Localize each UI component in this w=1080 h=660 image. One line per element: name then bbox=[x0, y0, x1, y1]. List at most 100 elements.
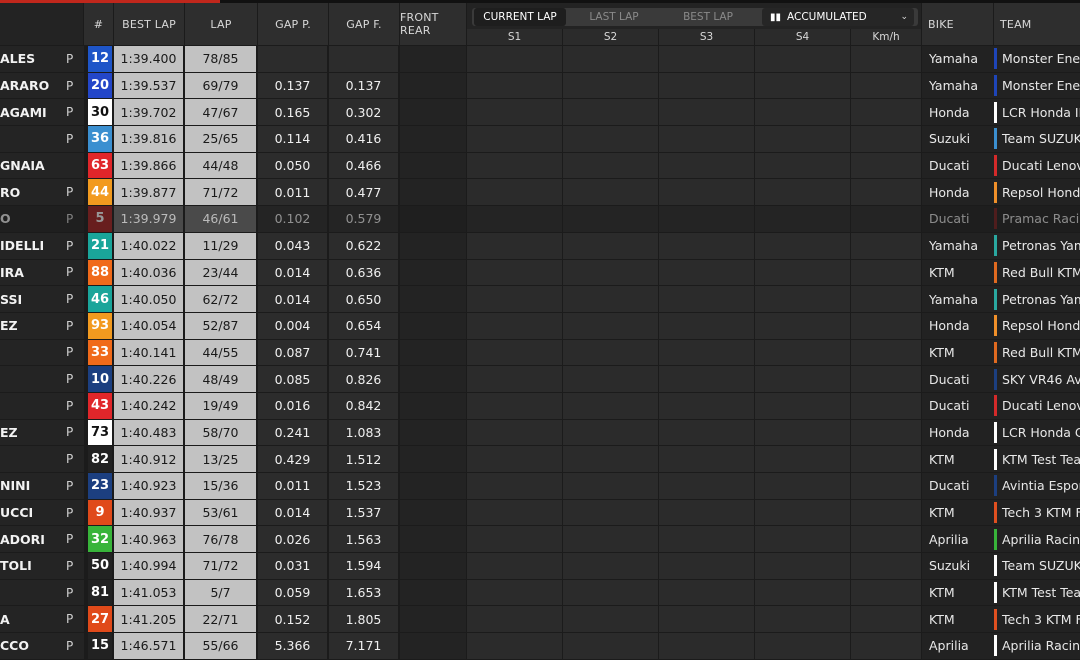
sector-cell bbox=[755, 339, 850, 366]
best-lap-tab[interactable]: BEST LAP bbox=[662, 8, 754, 26]
bike-make: KTM bbox=[922, 579, 994, 606]
gap-previous: 0.031 bbox=[258, 553, 327, 579]
team-name: Repsol Honda bbox=[994, 179, 1080, 206]
tyre-cell bbox=[400, 339, 466, 366]
table-row[interactable]: P 81 1:41.053 5/7 0.059 1.653 KTM KTM Te… bbox=[0, 579, 1080, 607]
last-lap-tab[interactable]: LAST LAP bbox=[568, 8, 660, 26]
header-gap-p[interactable]: GAP P. bbox=[258, 3, 329, 45]
table-row[interactable]: IDELLI P 21 1:40.022 11/29 0.043 0.622 Y… bbox=[0, 232, 1080, 260]
table-row[interactable]: SSI P 46 1:40.050 62/72 0.014 0.650 Yama… bbox=[0, 286, 1080, 313]
table-row[interactable]: P 82 1:40.912 13/25 0.429 1.512 KTM KTM … bbox=[0, 446, 1080, 473]
table-row[interactable]: RO P 44 1:39.877 71/72 0.011 0.477 Honda… bbox=[0, 179, 1080, 206]
rider-number-badge: 5 bbox=[88, 206, 112, 232]
bike-make: Aprilia bbox=[922, 526, 994, 553]
best-lap-time: 1:39.866 bbox=[114, 152, 183, 179]
team-name: Aprilia Racing bbox=[994, 633, 1080, 659]
lap-count: 13/25 bbox=[185, 446, 256, 472]
table-row[interactable]: ADORI P 32 1:40.963 76/78 0.026 1.563 Ap… bbox=[0, 526, 1080, 553]
team-label: Monster Energ bbox=[1002, 78, 1080, 94]
table-row[interactable]: A P 27 1:41.205 22/71 0.152 1.805 KTM Te… bbox=[0, 606, 1080, 633]
team-name: Team SUZUKI bbox=[994, 126, 1080, 152]
table-row[interactable]: IRA P 88 1:40.036 23/44 0.014 0.636 KTM … bbox=[0, 259, 1080, 287]
team-label: Ducati Lenovo bbox=[1002, 158, 1080, 174]
sector-cell bbox=[563, 366, 658, 392]
sector-cell bbox=[659, 446, 754, 472]
sector-cell bbox=[755, 179, 850, 206]
sector-cell bbox=[755, 312, 850, 339]
rider-number-badge: 36 bbox=[88, 126, 112, 152]
rider-number-badge: 20 bbox=[88, 72, 112, 99]
bike-make: Yamaha bbox=[922, 46, 994, 72]
table-row[interactable]: AGAMI P 30 1:39.702 47/67 0.165 0.302 Ho… bbox=[0, 99, 1080, 126]
sector-cell bbox=[563, 286, 658, 312]
sector-cell bbox=[659, 473, 754, 499]
team-name: LCR Honda IDE bbox=[994, 99, 1080, 126]
header-best-lap[interactable]: BEST LAP bbox=[114, 3, 185, 45]
header-bike[interactable]: BIKE bbox=[922, 3, 994, 45]
table-row[interactable]: P 36 1:39.816 25/65 0.114 0.416 Suzuki T… bbox=[0, 126, 1080, 153]
table-row[interactable]: ALES P 12 1:39.400 78/85 Yamaha Monster … bbox=[0, 46, 1080, 73]
table-row[interactable]: P 33 1:40.141 44/55 0.087 0.741 KTM Red … bbox=[0, 339, 1080, 367]
table-row[interactable]: EZ P 93 1:40.054 52/87 0.004 0.654 Honda… bbox=[0, 312, 1080, 340]
sector-cell bbox=[755, 392, 850, 419]
rider-number-badge: 46 bbox=[88, 286, 112, 312]
team-name: Red Bull KTM bbox=[994, 259, 1080, 286]
sector-cell bbox=[659, 392, 754, 419]
sector-s1[interactable]: S1 bbox=[467, 29, 563, 45]
table-row[interactable]: O P 5 1:39.979 46/61 0.102 0.579 Ducati … bbox=[0, 206, 1080, 233]
table-header: # BEST LAP LAP GAP P. GAP F. FRONT REAR … bbox=[0, 3, 1080, 45]
sector-cell bbox=[563, 606, 658, 633]
team-color-bar bbox=[994, 448, 997, 470]
best-lap-time: 1:40.242 bbox=[114, 392, 183, 419]
bike-make: Ducati bbox=[922, 152, 994, 179]
gap-first: 0.477 bbox=[329, 179, 398, 206]
team-color-bar bbox=[994, 582, 997, 604]
table-row[interactable]: TOLI P 50 1:40.994 71/72 0.031 1.594 Suz… bbox=[0, 553, 1080, 580]
best-lap-time: 1:40.483 bbox=[114, 419, 183, 446]
lap-count: 71/72 bbox=[185, 553, 256, 579]
sector-cell bbox=[563, 339, 658, 366]
sector-s2[interactable]: S2 bbox=[563, 29, 659, 45]
tyre-cell bbox=[400, 72, 466, 99]
gap-previous: 0.152 bbox=[258, 606, 327, 633]
table-row[interactable]: EZ P 73 1:40.483 58/70 0.241 1.083 Honda… bbox=[0, 419, 1080, 447]
header-front-rear[interactable]: FRONT REAR bbox=[400, 3, 467, 45]
sector-speed[interactable]: Km/h bbox=[851, 29, 922, 45]
header-lap[interactable]: LAP bbox=[185, 3, 258, 45]
table-row[interactable]: ARARO P 20 1:39.537 69/79 0.137 0.137 Ya… bbox=[0, 72, 1080, 100]
sector-cell bbox=[467, 286, 562, 312]
team-name: Tech 3 KTM Fa bbox=[994, 499, 1080, 526]
header-number[interactable]: # bbox=[84, 3, 114, 45]
accumulated-dropdown[interactable]: ▮▮ ACCUMULATED ⌄ bbox=[762, 8, 914, 26]
gap-previous: 0.087 bbox=[258, 339, 327, 366]
sector-cell bbox=[851, 499, 921, 526]
gap-previous bbox=[258, 46, 327, 72]
sector-cell bbox=[659, 339, 754, 366]
sector-cell bbox=[563, 232, 658, 259]
table-row[interactable]: NINI P 23 1:40.923 15/36 0.011 1.523 Duc… bbox=[0, 473, 1080, 500]
sector-cell bbox=[659, 152, 754, 179]
sector-cell bbox=[755, 232, 850, 259]
rider-number-badge: 21 bbox=[88, 232, 112, 259]
bike-make: KTM bbox=[922, 499, 994, 526]
gap-first: 0.622 bbox=[329, 232, 398, 259]
sector-s3[interactable]: S3 bbox=[659, 29, 755, 45]
bike-make: Ducati bbox=[922, 366, 994, 392]
table-row[interactable]: P 43 1:40.242 19/49 0.016 0.842 Ducati D… bbox=[0, 392, 1080, 420]
sector-cell bbox=[659, 553, 754, 579]
gap-previous: 0.137 bbox=[258, 72, 327, 99]
current-lap-tab[interactable]: CURRENT LAP bbox=[474, 8, 566, 26]
sector-cell bbox=[563, 579, 658, 606]
rider-number-badge: 88 bbox=[88, 259, 112, 286]
sector-cell bbox=[851, 526, 921, 553]
sector-cell bbox=[851, 446, 921, 472]
sector-s4[interactable]: S4 bbox=[755, 29, 851, 45]
header-gap-f[interactable]: GAP F. bbox=[329, 3, 400, 45]
table-row[interactable]: UCCI P 9 1:40.937 53/61 0.014 1.537 KTM … bbox=[0, 499, 1080, 527]
sector-cell bbox=[563, 553, 658, 579]
table-row[interactable]: GNAIA 63 1:39.866 44/48 0.050 0.466 Duca… bbox=[0, 152, 1080, 180]
team-color-bar bbox=[994, 368, 997, 390]
header-team[interactable]: TEAM bbox=[994, 3, 1080, 45]
table-row[interactable]: P 10 1:40.226 48/49 0.085 0.826 Ducati S… bbox=[0, 366, 1080, 393]
gap-previous: 0.241 bbox=[258, 419, 327, 446]
